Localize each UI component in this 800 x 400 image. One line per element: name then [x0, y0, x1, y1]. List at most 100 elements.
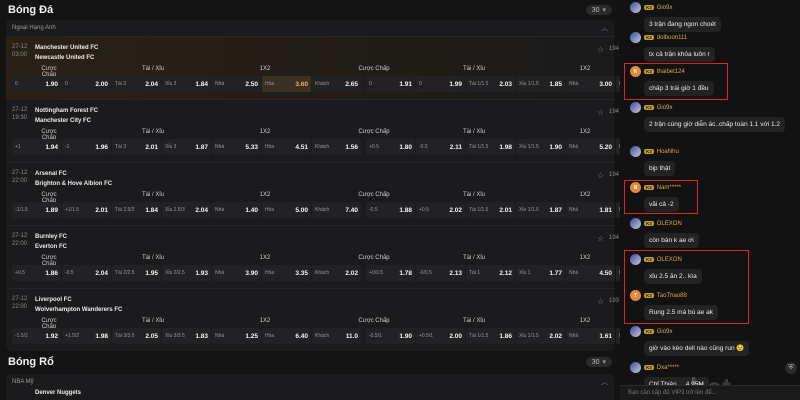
odds-cell[interactable]: Xỉu 1/1.5 1.85	[516, 76, 565, 92]
odds-cell[interactable]: +0.5 2.02	[416, 202, 465, 218]
odds-cell[interactable]: +0.5/1 2.00	[416, 328, 465, 344]
column-header: Cược Chấp	[358, 318, 390, 324]
column-header: 1X2	[259, 192, 271, 198]
market-count[interactable]: 194	[609, 46, 619, 52]
column-header: 1X2	[579, 255, 591, 261]
odds-cell[interactable]: Nhà 2.50	[212, 76, 261, 92]
odds-cell[interactable]: Nhà 3.90	[212, 265, 261, 281]
market-count[interactable]: 193	[609, 298, 619, 304]
odds-cell[interactable]: -1/1.5 1.89	[12, 202, 61, 218]
username[interactable]: Gio9x	[657, 105, 673, 111]
odds-cell[interactable]: -0.5 2.11	[416, 139, 465, 155]
odds-cell[interactable]: Hòa 5.00	[262, 202, 311, 218]
odds-cell[interactable]: Tài 1/1.5 2.01	[466, 202, 515, 218]
match-teams[interactable]: Manchester United FC Newcastle United FC	[35, 43, 98, 63]
odds-cell[interactable]: Tài 3/3.5 2.05	[112, 328, 161, 344]
odds-cell[interactable]: Xỉu 3/3.5 1.83	[162, 328, 211, 344]
username[interactable]: OLEXON	[657, 221, 682, 227]
odds-cell[interactable]: Xỉu 1 1.77	[516, 265, 565, 281]
odds-cell[interactable]: 0 1.99	[416, 76, 465, 92]
odds-cell[interactable]: Tài 3 2.01	[112, 139, 161, 155]
match-teams[interactable]: Liverpool FC Wolverhampton Wanderers FC	[35, 295, 122, 315]
match-teams[interactable]: Arsenal FC Brighton & Hove Albion FC	[35, 169, 112, 189]
market-count[interactable]: 194	[609, 172, 619, 178]
column-header: Tài / Xỉu	[462, 66, 485, 72]
odds-cell[interactable]: Xỉu 3 1.84	[162, 76, 211, 92]
odds-cell[interactable]: Nhà 3.00	[566, 76, 615, 92]
odds-key: Hòa	[265, 333, 275, 339]
odds-cell[interactable]: Nhà 4.50	[566, 265, 615, 281]
odds-cell[interactable]: 0 2.00	[62, 76, 111, 92]
odds-cell[interactable]: Nhà 5.33	[212, 139, 261, 155]
market-count[interactable]: 194	[609, 109, 619, 115]
username[interactable]: Gio9x	[657, 329, 673, 335]
odds-cell[interactable]: Tài 1 2.12	[466, 265, 515, 281]
shield-icon[interactable]: ⛨	[785, 362, 797, 374]
odds-cell[interactable]: +0/0.5 1.78	[366, 265, 415, 281]
odds-cell[interactable]: -1 1.96	[62, 139, 111, 155]
league-header[interactable]: Ngoại Hạng Anh ︿	[6, 20, 614, 36]
username[interactable]: dolbuon111	[657, 35, 687, 41]
username[interactable]: Gio9x	[657, 5, 673, 11]
star-icon[interactable]: ☆	[597, 108, 604, 117]
odds-cell[interactable]: Tài 1/1.5 2.03	[466, 76, 515, 92]
odds-cell[interactable]: Hòa 6.40	[262, 328, 311, 344]
star-icon[interactable]: ☆	[597, 297, 604, 306]
odds-cell[interactable]: Nhà 1.81	[566, 202, 615, 218]
odds-cell[interactable]: -0.5 2.04	[62, 265, 111, 281]
odds-cell[interactable]: Nhà 1.61	[566, 328, 615, 344]
odds-cell[interactable]: Tài 3 2.04	[112, 76, 161, 92]
league-header[interactable]: NBA Mỹ ︿	[6, 374, 614, 390]
odds-cell[interactable]: Khách 2.02	[312, 265, 361, 281]
odds-cell[interactable]: Xỉu 1/1.5 2.02	[516, 328, 565, 344]
odds-cell[interactable]: -0.5/1 1.90	[366, 328, 415, 344]
level-badge: K3	[644, 35, 654, 40]
odds-cell[interactable]: +1.5/2 1.98	[62, 328, 111, 344]
match-teams[interactable]: Nottingham Forest FC Manchester City FC	[35, 106, 98, 126]
odds-cell[interactable]: +0.5 1.86	[12, 265, 61, 281]
odds-cell[interactable]: Xỉu 3 1.87	[162, 139, 211, 155]
odds-cell[interactable]: -1.5/2 1.92	[12, 328, 61, 344]
odds-cell[interactable]: Hòa 3.60	[262, 76, 311, 92]
odds-cell[interactable]: Tài 1/1.5 1.86	[466, 328, 515, 344]
odds-cell[interactable]: Tài 2/2.5 1.95	[112, 265, 161, 281]
odds-cell[interactable]: Tài 1/1.5 1.98	[466, 139, 515, 155]
odds-cell[interactable]: Hòa 3.35	[262, 265, 311, 281]
star-icon[interactable]: ☆	[597, 234, 604, 243]
odds-cell[interactable]: +1/1.5 2.01	[62, 202, 111, 218]
odds-cell[interactable]: Khách 7.40	[312, 202, 361, 218]
username[interactable]: Dxa*****	[657, 365, 679, 371]
market-count[interactable]: 194	[609, 235, 619, 241]
odds-value: 2.04	[95, 269, 108, 277]
star-icon[interactable]: ☆	[597, 171, 604, 180]
odds-key: 0	[419, 81, 422, 87]
odds-cell[interactable]: Nhà 1.25	[212, 328, 261, 344]
odds-value: 1.90	[549, 143, 562, 151]
odds-cell[interactable]: Hòa 4.51	[262, 139, 311, 155]
username[interactable]: HoaNhu	[657, 149, 679, 155]
odds-cell[interactable]: Khách 2.65	[312, 76, 361, 92]
odds-cell[interactable]: Xỉu 1/1.5 1.90	[516, 139, 565, 155]
star-icon[interactable]: ☆	[597, 45, 604, 54]
odds-value: 1.61	[599, 332, 612, 340]
odds-cell[interactable]: Xỉu 1/1.5 1.87	[516, 202, 565, 218]
basketball-count-toggle[interactable]: 30 ▾	[585, 357, 612, 367]
odds-cell[interactable]: Nhà 5.20	[566, 139, 615, 155]
odds-cell[interactable]: 0 1.91	[366, 76, 415, 92]
odds-cell[interactable]: Tài 2.5/3 1.84	[112, 202, 161, 218]
odds-cell[interactable]: -0/0.5 2.13	[416, 265, 465, 281]
odds-cell[interactable]: Nhà 1.40	[212, 202, 261, 218]
odds-cell[interactable]: Khách 1.56	[312, 139, 361, 155]
odds-cell[interactable]: 0 1.90	[12, 76, 61, 92]
odds-cell[interactable]: Xỉu 2.5/3 2.04	[162, 202, 211, 218]
match-teams[interactable]: Burnley FC Everton FC	[35, 232, 67, 252]
odds-cell[interactable]: Xỉu 2/2.5 1.93	[162, 265, 211, 281]
odds-cell[interactable]: Khách 11.0	[312, 328, 361, 344]
match-list: 27-12 03:00 Manchester United FC Newcastle …	[6, 36, 665, 351]
odds-cell[interactable]: +0.5 1.80	[366, 139, 415, 155]
chat-input[interactable]: Bạn cần cấp độ VIP3 trở lên để...	[620, 385, 800, 400]
odds-cell[interactable]: -0.5 1.88	[366, 202, 415, 218]
odds-value: 1.91	[399, 80, 412, 88]
football-count-toggle[interactable]: 30 ▾	[585, 5, 612, 15]
odds-cell[interactable]: +1 1.94	[12, 139, 61, 155]
